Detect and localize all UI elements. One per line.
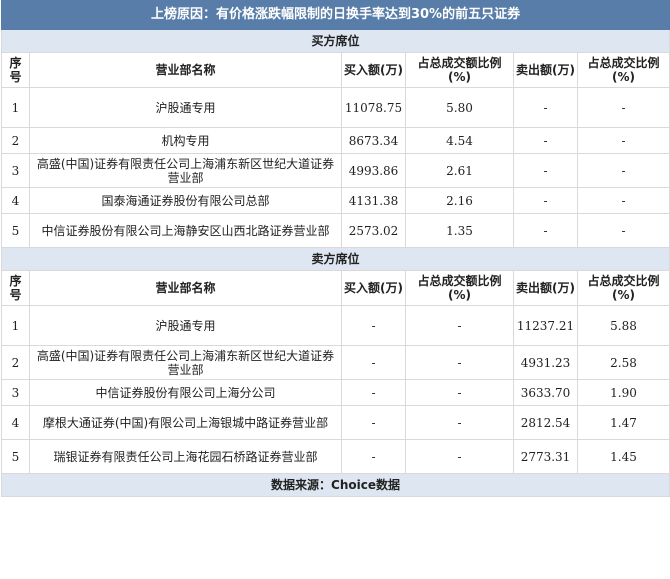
header-sell-amount: 卖出额(万) [513, 270, 578, 306]
branch-name: 摩根大通证券(中国)有限公司上海银城中路证券营业部 [29, 405, 342, 440]
branch-name: 机构专用 [29, 127, 342, 154]
buy-amount: 4131.38 [341, 187, 406, 214]
header-sell-ratio: 占总成交比例(%) [576, 270, 670, 306]
sell-ratio: - [576, 87, 670, 128]
buy-ratio: - [405, 439, 514, 474]
data-source-footer: 数据来源：Choice数据 [0, 473, 670, 497]
table-row: 2 机构专用 8673.34 4.54 - - [1, 127, 670, 154]
header-index: 序号 [1, 270, 30, 306]
sell-ratio: - [576, 187, 670, 214]
header-branch-name: 营业部名称 [29, 270, 342, 306]
table-row: 4 国泰海通证券股份有限公司总部 4131.38 2.16 - - [1, 187, 670, 214]
table-row: 1 沪股通专用 11078.75 5.80 - - [1, 87, 670, 128]
buy-amount: 8673.34 [341, 127, 406, 154]
branch-name: 沪股通专用 [29, 87, 342, 128]
sell-amount: 11237.21 [513, 305, 578, 346]
branch-name: 中信证券股份有限公司上海分公司 [29, 379, 342, 406]
row-index: 2 [1, 345, 30, 380]
buy-amount: 2573.02 [341, 213, 406, 248]
branch-name: 国泰海通证券股份有限公司总部 [29, 187, 342, 214]
buy-section-title: 买方席位 [0, 29, 670, 53]
header-buy-ratio: 占总成交额比例(%) [405, 52, 514, 88]
buy-amount: 4993.86 [341, 153, 406, 188]
header-sell-ratio: 占总成交比例(%) [576, 52, 670, 88]
buy-ratio: 4.54 [405, 127, 514, 154]
row-index: 1 [1, 87, 30, 128]
sell-ratio: - [576, 153, 670, 188]
header-buy-ratio: 占总成交额比例(%) [405, 270, 514, 306]
buy-ratio: 5.80 [405, 87, 514, 128]
buy-ratio: 1.35 [405, 213, 514, 248]
table-row: 2 高盛(中国)证券有限责任公司上海浦东新区世纪大道证券营业部 - - 4931… [1, 345, 670, 380]
sell-ratio: 2.58 [576, 345, 670, 380]
sell-header-row: 序号 营业部名称 买入额(万) 占总成交额比例(%) 卖出额(万) 占总成交比例… [1, 270, 670, 306]
sell-amount: - [513, 187, 578, 214]
buy-amount: - [341, 405, 406, 440]
sell-ratio: 5.88 [576, 305, 670, 346]
branch-name: 中信证券股份有限公司上海静安区山西北路证券营业部 [29, 213, 342, 248]
sell-amount: 2773.31 [513, 439, 578, 474]
buy-amount: - [341, 345, 406, 380]
header-branch-name: 营业部名称 [29, 52, 342, 88]
table-row: 4 摩根大通证券(中国)有限公司上海银城中路证券营业部 - - 2812.54 … [1, 405, 670, 440]
buy-amount: - [341, 439, 406, 474]
page-title: 上榜原因：有价格涨跌幅限制的日换手率达到30%的前五只证券 [0, 0, 670, 30]
header-buy-amount: 买入额(万) [341, 52, 406, 88]
table-row: 5 中信证券股份有限公司上海静安区山西北路证券营业部 2573.02 1.35 … [1, 213, 670, 248]
table-row: 5 瑞银证券有限责任公司上海花园石桥路证券营业部 - - 2773.31 1.4… [1, 439, 670, 474]
row-index: 5 [1, 439, 30, 474]
header-index: 序号 [1, 52, 30, 88]
buy-amount: - [341, 379, 406, 406]
branch-name: 沪股通专用 [29, 305, 342, 346]
branch-name: 瑞银证券有限责任公司上海花园石桥路证券营业部 [29, 439, 342, 474]
buy-ratio: 2.61 [405, 153, 514, 188]
row-index: 4 [1, 405, 30, 440]
sell-ratio: - [576, 127, 670, 154]
sell-amount: - [513, 153, 578, 188]
branch-name: 高盛(中国)证券有限责任公司上海浦东新区世纪大道证券营业部 [29, 345, 342, 380]
buy-amount: - [341, 305, 406, 346]
buy-ratio: - [405, 405, 514, 440]
buy-ratio: - [405, 305, 514, 346]
sell-ratio: 1.45 [576, 439, 670, 474]
buy-ratio: - [405, 345, 514, 380]
sell-amount: - [513, 87, 578, 128]
header-buy-amount: 买入额(万) [341, 270, 406, 306]
sell-ratio: - [576, 213, 670, 248]
row-index: 5 [1, 213, 30, 248]
sell-ratio: 1.90 [576, 379, 670, 406]
sell-amount: 4931.23 [513, 345, 578, 380]
sell-amount: 2812.54 [513, 405, 578, 440]
row-index: 3 [1, 379, 30, 406]
buy-ratio: 2.16 [405, 187, 514, 214]
buy-ratio: - [405, 379, 514, 406]
row-index: 3 [1, 153, 30, 188]
sell-section-title: 卖方席位 [0, 247, 670, 271]
header-sell-amount: 卖出额(万) [513, 52, 578, 88]
sell-amount: - [513, 213, 578, 248]
lhb-table-container: 上榜原因：有价格涨跌幅限制的日换手率达到30%的前五只证券 买方席位 序号 营业… [0, 0, 670, 497]
row-index: 2 [1, 127, 30, 154]
table-row: 1 沪股通专用 - - 11237.21 5.88 [1, 305, 670, 346]
buy-header-row: 序号 营业部名称 买入额(万) 占总成交额比例(%) 卖出额(万) 占总成交比例… [1, 52, 670, 88]
row-index: 4 [1, 187, 30, 214]
row-index: 1 [1, 305, 30, 346]
sell-amount: - [513, 127, 578, 154]
buy-amount: 11078.75 [341, 87, 406, 128]
sell-amount: 3633.70 [513, 379, 578, 406]
branch-name: 高盛(中国)证券有限责任公司上海浦东新区世纪大道证券营业部 [29, 153, 342, 188]
lhb-table: 上榜原因：有价格涨跌幅限制的日换手率达到30%的前五只证券 买方席位 序号 营业… [0, 0, 670, 497]
table-row: 3 中信证券股份有限公司上海分公司 - - 3633.70 1.90 [1, 379, 670, 406]
table-row: 3 高盛(中国)证券有限责任公司上海浦东新区世纪大道证券营业部 4993.86 … [1, 153, 670, 188]
sell-ratio: 1.47 [576, 405, 670, 440]
